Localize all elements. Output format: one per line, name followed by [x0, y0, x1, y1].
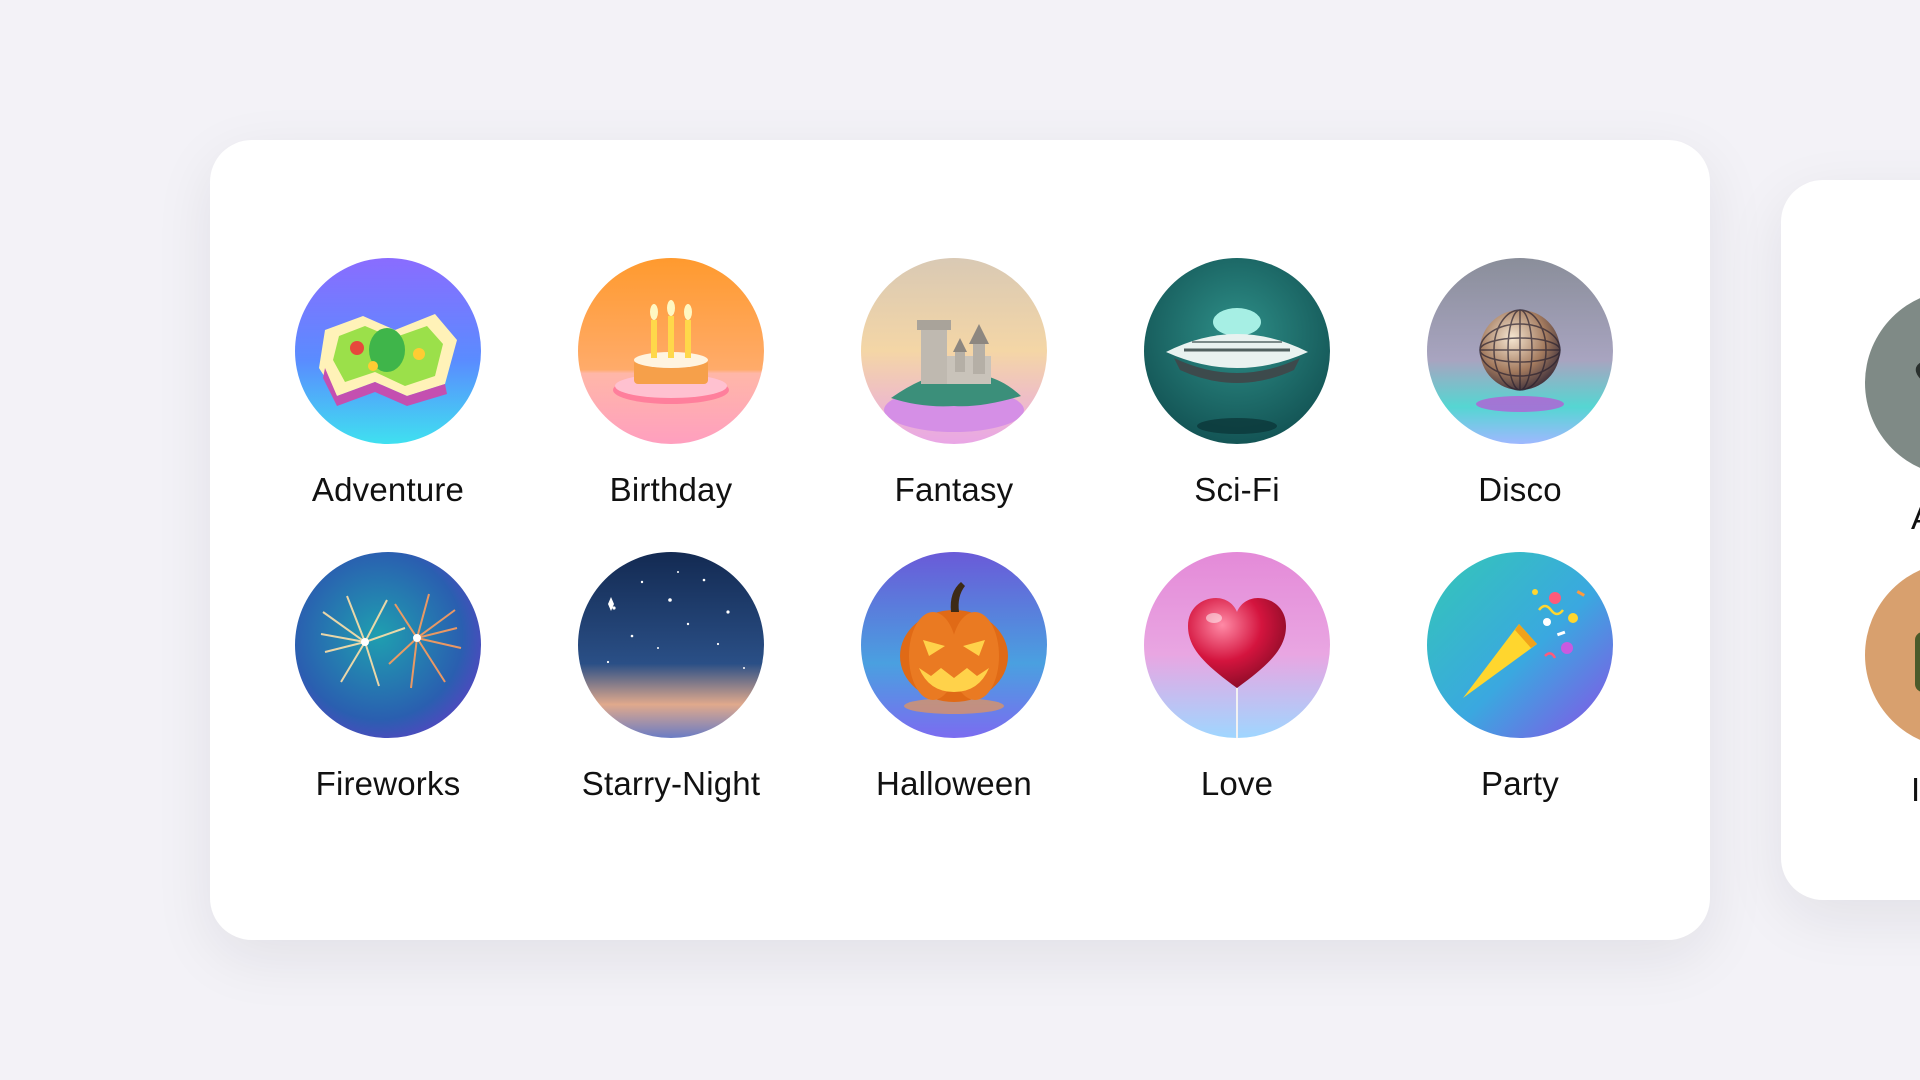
castle-icon: [861, 258, 1047, 444]
pumpkin-icon: [861, 552, 1047, 738]
birthday-cake-icon: [578, 258, 764, 444]
theme-label: Halloween: [876, 765, 1032, 802]
theme-tile-sci-fi[interactable]: Sci-Fi: [1144, 258, 1330, 510]
theme-label: Sci-Fi: [1194, 471, 1280, 508]
theme-label: Adventure: [311, 471, 465, 508]
theme-tile-disco[interactable]: Disco: [1427, 258, 1613, 510]
theme-label: Fantasy: [894, 471, 1014, 508]
heart-balloon-icon: [1144, 552, 1330, 738]
party-popper-icon: [1427, 552, 1613, 738]
alien-icon: [1865, 290, 1920, 476]
disco-ball-icon: [1427, 258, 1613, 444]
theme-tile-love[interactable]: Love: [1144, 552, 1330, 804]
theme-label: A: [1911, 498, 1920, 538]
ufo-icon: [1144, 258, 1330, 444]
theme-label: I: [1911, 771, 1920, 808]
theme-label: Starry-Night: [581, 765, 761, 802]
starry-sky-icon: [578, 552, 764, 738]
map-icon: [295, 258, 481, 444]
theme-tile-adventure[interactable]: Adventure: [295, 258, 481, 510]
theme-label: Fireworks: [315, 765, 461, 802]
theme-card: Adventure Birthday Fantasy Sci-Fi Disco …: [210, 140, 1710, 940]
theme-label: Disco: [1478, 471, 1562, 508]
theme-tile-party[interactable]: Party: [1427, 552, 1613, 804]
theme-grid: Adventure Birthday Fantasy Sci-Fi Disco …: [295, 258, 1613, 804]
cactus-icon: [1865, 562, 1920, 748]
fireworks-icon: [295, 552, 481, 738]
theme-tile-fantasy[interactable]: Fantasy: [861, 258, 1047, 510]
theme-label: Party: [1480, 765, 1560, 802]
theme-label: Birthday: [609, 471, 733, 508]
theme-tile-halloween[interactable]: Halloween: [861, 552, 1047, 804]
theme-tile-fireworks[interactable]: Fireworks: [295, 552, 481, 804]
next-theme-card[interactable]: A I: [1781, 180, 1920, 900]
theme-label: Love: [1200, 765, 1274, 802]
theme-picker-screen: Adventure Birthday Fantasy Sci-Fi Disco …: [0, 0, 1920, 1080]
theme-tile-birthday[interactable]: Birthday: [578, 258, 764, 510]
theme-tile-starry-night[interactable]: Starry-Night: [578, 552, 764, 804]
